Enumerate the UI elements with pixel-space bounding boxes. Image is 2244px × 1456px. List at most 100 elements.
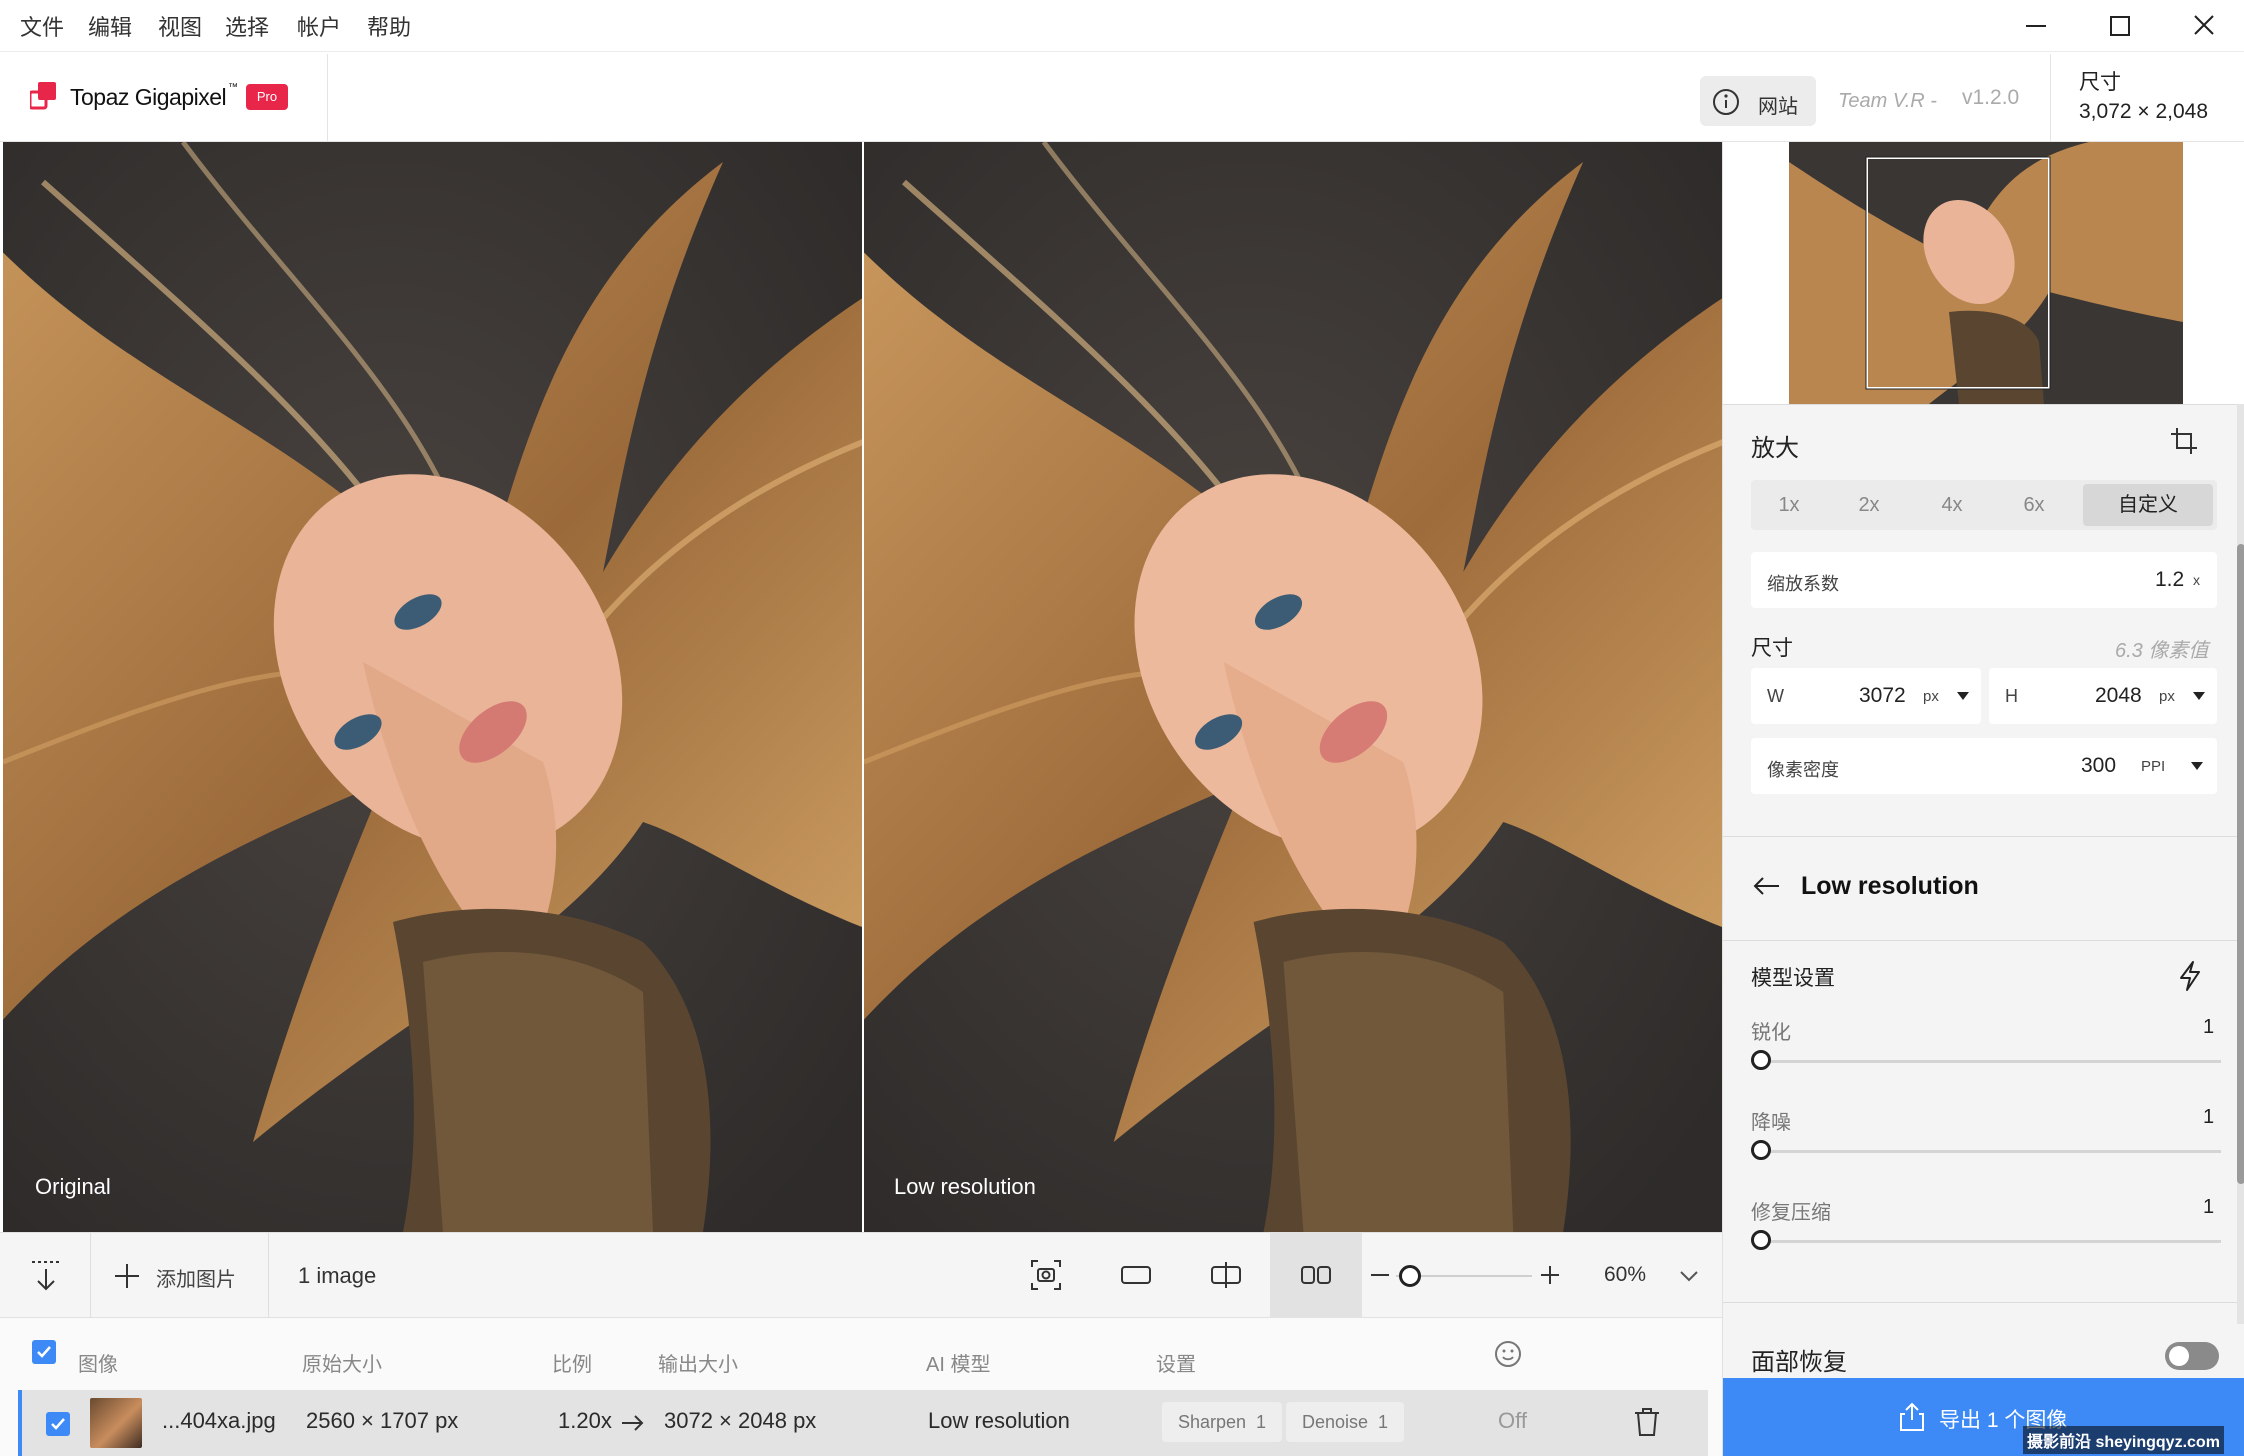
scale-option-1x[interactable]: 1x	[1751, 480, 1827, 530]
face-recovery-heading: 面部恢复	[1751, 1349, 1847, 1376]
plus-icon	[115, 1264, 139, 1288]
row-ratio: 1.20x	[558, 1408, 612, 1433]
column-header-ratio: 比例	[552, 1354, 592, 1376]
trash-icon[interactable]	[1632, 1406, 1662, 1438]
select-all-checkbox[interactable]	[32, 1340, 56, 1364]
menu-help[interactable]: 帮助	[367, 10, 411, 42]
dropdown-arrow-icon[interactable]	[2191, 762, 2203, 772]
collapse-panel-button[interactable]	[0, 1233, 90, 1319]
scale-selector: 1x 2x 4x 6x 自定义	[1751, 480, 2217, 530]
scale-option-custom[interactable]: 自定义	[2083, 484, 2213, 526]
screenshot-button[interactable]	[1000, 1233, 1092, 1319]
compression-track	[1761, 1240, 2221, 1243]
row-model: Low resolution	[928, 1408, 1070, 1433]
scale-option-6x[interactable]: 6x	[1993, 480, 2075, 530]
side-by-side-view-button[interactable]	[1270, 1233, 1362, 1319]
menu-select[interactable]: 选择	[225, 10, 269, 42]
row-checkbox[interactable]	[46, 1412, 70, 1436]
sharpen-slider[interactable]: 锐化 1	[1723, 1016, 2244, 1086]
toolbar-divider	[268, 1233, 269, 1319]
menu-account[interactable]: 帐户	[297, 10, 341, 42]
sharpen-chip: Sharpen 1	[1162, 1402, 1283, 1442]
arrow-right-icon	[622, 1415, 644, 1431]
download-arrow-icon	[32, 1261, 60, 1291]
trademark: ™	[228, 82, 238, 93]
ppi-value: 300	[2081, 754, 2117, 777]
column-header-settings: 设置	[1156, 1354, 1196, 1376]
menu-edit[interactable]: 编辑	[88, 10, 132, 42]
dropdown-arrow-icon[interactable]	[1957, 692, 1969, 702]
menu-file[interactable]: 文件	[20, 10, 64, 42]
denoise-track	[1761, 1150, 2221, 1153]
scale-factor-value: 1.2	[2155, 568, 2185, 591]
zoom-knob[interactable]	[1398, 1265, 1421, 1287]
website-button[interactable]: 网站	[1700, 76, 1816, 126]
denoise-chip: Denoise 1	[1286, 1402, 1405, 1442]
single-view-button[interactable]	[1090, 1233, 1182, 1319]
topaz-logo-icon	[30, 82, 56, 110]
navigator-thumbnail[interactable]	[1789, 142, 2183, 404]
close-icon[interactable]	[2184, 8, 2224, 44]
row-original-size: 2560 × 1707 px	[306, 1408, 459, 1433]
portrait-image	[3, 142, 862, 1232]
denoise-knob[interactable]	[1751, 1140, 1771, 1160]
minimize-icon[interactable]	[2016, 8, 2056, 44]
watermark: 摄影前沿 sheyingqyz.com	[2023, 1426, 2224, 1454]
navigator	[1723, 142, 2244, 404]
scale-factor-field[interactable]: 缩放系数 1.2 x	[1751, 552, 2217, 608]
column-header-ai-model: AI 模型	[926, 1354, 991, 1376]
panel-divider	[1723, 940, 2244, 941]
ppi-label: 像素密度	[1767, 760, 1839, 780]
processed-image-view[interactable]: Low resolution	[864, 142, 1722, 1232]
face-recovery-toggle[interactable]	[2165, 1342, 2219, 1370]
sharpen-label: 锐化	[1751, 1022, 1791, 1044]
arrow-left-icon	[1753, 877, 1779, 895]
camera-icon	[1031, 1260, 1061, 1290]
export-button[interactable]: 导出 1 个图像 摄影前沿 sheyingqyz.com	[1723, 1378, 2244, 1456]
scale-option-4x[interactable]: 4x	[1911, 480, 1993, 530]
model-back-button[interactable]: Low resolution	[1723, 836, 2244, 940]
add-image-button[interactable]: 添加图片	[90, 1233, 268, 1319]
dimensions-heading: 尺寸	[1751, 637, 1793, 660]
scrollbar-thumb[interactable]	[2237, 544, 2244, 1184]
width-field[interactable]: W 3072 px	[1751, 668, 1981, 724]
split-view-button[interactable]	[1180, 1233, 1272, 1319]
image-count: 1 image	[298, 1263, 377, 1288]
table-row[interactable]: ...404xa.jpg 2560 × 1707 px 1.20x 3072 ×…	[18, 1390, 1708, 1456]
checkmark-icon	[37, 1346, 51, 1358]
denoise-slider[interactable]: 降噪 1	[1723, 1106, 2244, 1176]
column-header-image: 图像	[78, 1354, 118, 1376]
panel-scrollbar[interactable]	[2237, 404, 2244, 1324]
row-output-size: 3072 × 2048 px	[664, 1408, 817, 1433]
dropdown-arrow-icon[interactable]	[2193, 692, 2205, 702]
pro-badge: Pro	[246, 84, 288, 110]
height-field[interactable]: H 2048 px	[1989, 668, 2217, 724]
denoise-label: 降噪	[1751, 1112, 1791, 1134]
ppi-unit: PPI	[2141, 758, 2166, 775]
menu-view[interactable]: 视图	[158, 10, 202, 42]
sharpen-track	[1761, 1060, 2221, 1063]
original-label: Original	[35, 1174, 111, 1199]
lightning-icon[interactable]	[2177, 960, 2203, 992]
info-icon	[1713, 89, 1739, 115]
image-table: 图像 原始大小 比例 输出大小 AI 模型 设置 ...404xa.jpg 25…	[0, 1318, 1722, 1456]
crop-icon[interactable]	[2169, 426, 2199, 456]
width-value: 3072	[1859, 684, 1906, 707]
maximize-icon[interactable]	[2100, 8, 2140, 44]
compression-knob[interactable]	[1751, 1230, 1771, 1250]
ppi-field[interactable]: 像素密度 300 PPI	[1751, 738, 2217, 794]
compression-slider[interactable]: 修复压缩 1	[1723, 1196, 2244, 1266]
column-header-output-size: 输出大小	[658, 1354, 738, 1376]
zoom-in-icon[interactable]	[1538, 1263, 1562, 1287]
zoom-out-icon[interactable]	[1368, 1263, 1392, 1287]
scale-option-2x[interactable]: 2x	[1827, 480, 1911, 530]
team-label: Team V.R -	[1838, 90, 1937, 112]
zoom-slider[interactable]	[1368, 1233, 1568, 1319]
portrait-image-processed	[864, 142, 1722, 1232]
chevron-down-icon[interactable]	[1678, 1265, 1700, 1287]
split-view-icon	[1211, 1262, 1241, 1288]
side-by-side-icon	[1301, 1266, 1331, 1284]
original-image-view[interactable]: Original	[3, 142, 862, 1232]
output-size-box: 尺寸 3,072 × 2,048	[2050, 54, 2244, 142]
sharpen-knob[interactable]	[1751, 1050, 1771, 1070]
